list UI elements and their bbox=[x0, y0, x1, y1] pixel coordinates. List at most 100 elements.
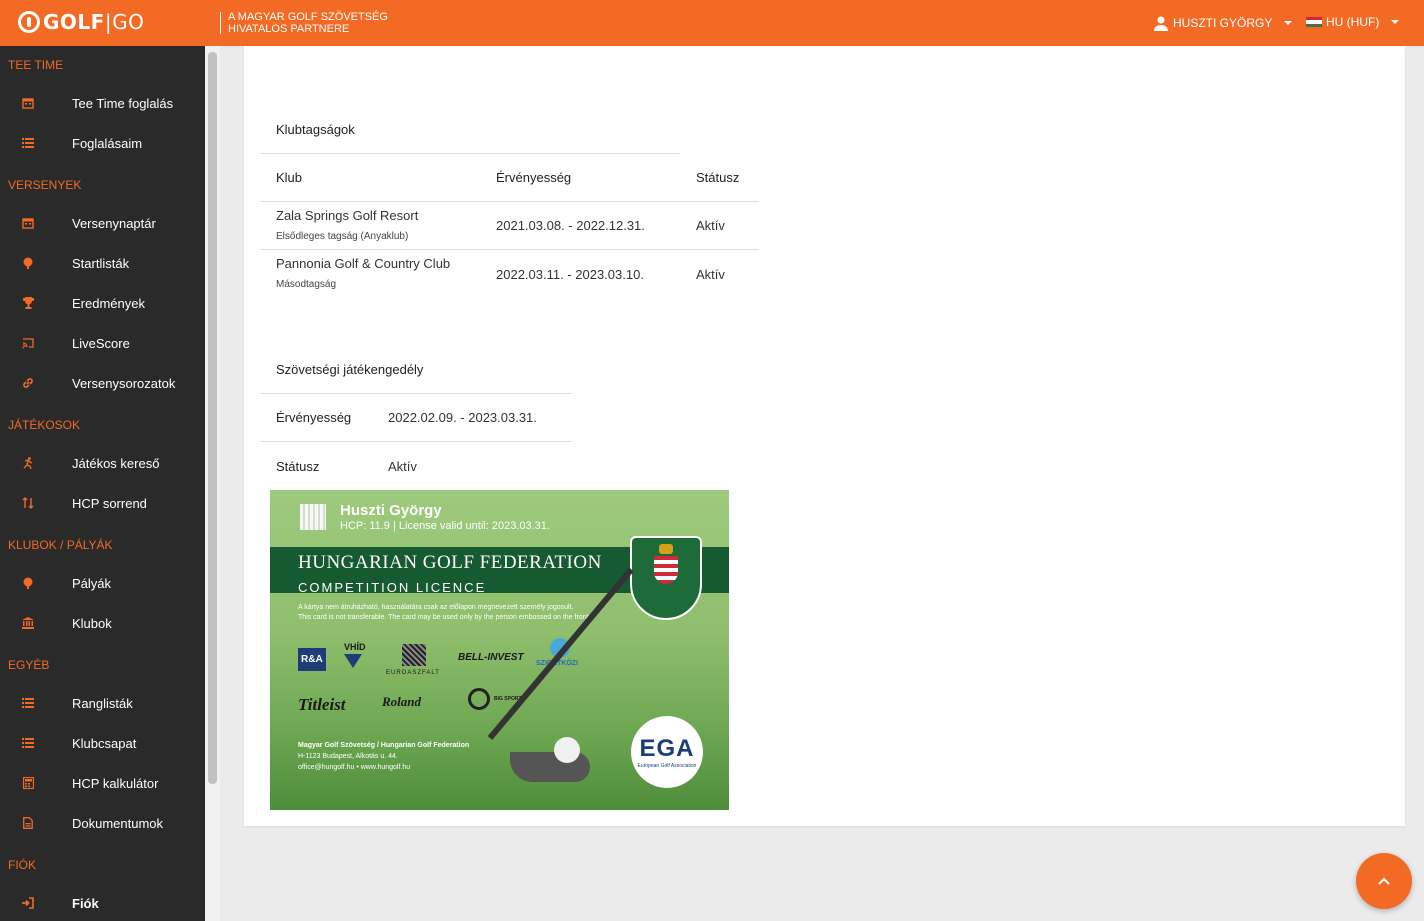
license-row-divider bbox=[260, 441, 572, 442]
partner-text: A MAGYAR GOLF SZÖVETSÉG HIVATALOS PARTNE… bbox=[228, 11, 388, 35]
license-card-federation: HUNGARIAN GOLF FEDERATION bbox=[298, 552, 602, 573]
sponsor-euroaszfalt-mark bbox=[402, 644, 426, 666]
sponsor-euroaszfalt-logo: EUROASZFALT bbox=[386, 670, 440, 676]
sidebar-item-label: LiveScore bbox=[72, 335, 130, 351]
club-name: Zala Springs Golf Resort bbox=[276, 208, 419, 223]
license-status-value: Aktív bbox=[388, 459, 417, 474]
license-validity-value: 2022.02.09. - 2023.03.31. bbox=[388, 410, 537, 425]
license-card-hcp: HCP: 11.9 | License valid until: 2023.03… bbox=[340, 520, 550, 532]
sponsor-bigsport-mark bbox=[468, 688, 490, 710]
chevron-up-icon bbox=[1378, 877, 1390, 885]
calendar-icon bbox=[21, 216, 35, 230]
sidebar-scrollbar-thumb[interactable] bbox=[208, 52, 217, 784]
col-header-validity: Érvényesség bbox=[496, 170, 572, 185]
cast-icon bbox=[21, 336, 35, 350]
sidebar-item-livescore[interactable]: LiveScore bbox=[0, 325, 205, 361]
memberships-title-divider bbox=[260, 153, 680, 154]
golfigo-logo[interactable]: GOLF|GO bbox=[18, 10, 144, 34]
license-title: Szövetségi játékengedély bbox=[276, 362, 424, 377]
sidebar-item-label: HCP kalkulátor bbox=[72, 775, 159, 791]
membership-status: Aktív bbox=[696, 267, 725, 282]
sidebar-item-club-team[interactable]: Klubcsapat bbox=[0, 725, 205, 761]
user-name: HUSZTI GYÖRGY bbox=[1173, 16, 1273, 30]
sidebar-item-hcp-calculator[interactable]: HCP kalkulátor bbox=[0, 765, 205, 801]
language-label: HU (HUF) bbox=[1326, 15, 1380, 29]
sidebar-item-label: Versenynaptár bbox=[72, 215, 156, 231]
sidebar-item-competition-series[interactable]: Versenysorozatok bbox=[0, 365, 205, 401]
chevron-down-icon bbox=[1391, 20, 1400, 24]
calculator-icon bbox=[21, 776, 35, 790]
header-divider bbox=[220, 12, 221, 34]
sidebar-item-label: Klubok bbox=[72, 615, 112, 631]
sidebar-item-label: Foglalásaim bbox=[72, 135, 143, 151]
qr-code-icon bbox=[300, 504, 326, 530]
sidebar-item-label: Eredmények bbox=[72, 295, 145, 311]
license-card-competition: COMPETITION LICENCE bbox=[298, 580, 487, 595]
membership-status: Aktív bbox=[696, 218, 725, 233]
sidebar-item-documents[interactable]: Dokumentumok bbox=[0, 805, 205, 841]
language-selector[interactable]: HU (HUF) bbox=[1306, 15, 1400, 29]
membership-validity: 2021.03.08. - 2022.12.31. bbox=[496, 218, 645, 233]
calendar-icon bbox=[21, 96, 35, 110]
sidebar-item-tee-time-booking[interactable]: Tee Time foglalás bbox=[0, 85, 205, 121]
sign-in-icon bbox=[21, 896, 35, 910]
sponsor-titleist-logo: Titleist bbox=[298, 695, 346, 714]
sidebar-item-label: Játékos kereső bbox=[72, 455, 160, 471]
sidebar-item-hcp-order[interactable]: HCP sorrend bbox=[0, 485, 205, 521]
top-bar: GOLF|GO A MAGYAR GOLF SZÖVETSÉG HIVATALO… bbox=[0, 0, 1424, 46]
sidebar-item-start-lists[interactable]: Startlisták bbox=[0, 245, 205, 281]
running-icon bbox=[21, 456, 35, 470]
sponsor-logos: R&A VHÍD EUROASZFALT BELL-INVEST SZIGETK… bbox=[298, 638, 598, 720]
sponsor-bellinvest-logo: BELL-INVEST bbox=[458, 652, 524, 663]
sidebar-item-label: Tee Time foglalás bbox=[72, 95, 174, 111]
sidebar-item-label: Klubcsapat bbox=[72, 735, 137, 751]
sponsor-roland-logo: Roland bbox=[382, 694, 422, 709]
header-divider-line bbox=[260, 201, 759, 202]
sidebar-item-results[interactable]: Eredmények bbox=[0, 285, 205, 321]
sidebar-item-label: Fiók bbox=[72, 895, 99, 911]
golf-ball-logo-icon bbox=[18, 11, 40, 33]
link-icon bbox=[21, 376, 35, 390]
license-card-image: Huszti György HCP: 11.9 | License valid … bbox=[270, 490, 729, 810]
row-divider bbox=[260, 249, 759, 250]
list-ordered-icon bbox=[21, 696, 35, 710]
license-card-name: Huszti György bbox=[340, 502, 442, 519]
sidebar-item-my-bookings[interactable]: Foglalásaim bbox=[0, 125, 205, 161]
sidebar-item-label: Pályák bbox=[72, 575, 112, 591]
trophy-icon bbox=[21, 296, 35, 310]
sidebar-item-player-search[interactable]: Játékos kereső bbox=[0, 445, 205, 481]
hungary-flag-icon bbox=[1306, 17, 1322, 27]
list-icon bbox=[21, 136, 35, 150]
sidebar-item-account[interactable]: Fiók bbox=[0, 885, 205, 921]
license-validity-label: Érvényesség bbox=[276, 410, 352, 425]
license-status-label: Státusz bbox=[276, 459, 320, 474]
membership-type: Elsődleges tagság (Anyaklub) bbox=[276, 231, 409, 242]
sponsor-vhid-mark bbox=[344, 654, 362, 668]
chevron-down-icon bbox=[1284, 21, 1293, 25]
golf-ball-icon bbox=[21, 256, 35, 270]
user-icon bbox=[1154, 16, 1168, 31]
sidebar-item-clubs[interactable]: Klubok bbox=[0, 605, 205, 641]
memberships-title: Klubtagságok bbox=[276, 122, 355, 137]
sidebar-item-courses[interactable]: Pályák bbox=[0, 565, 205, 601]
sidebar-item-label: Dokumentumok bbox=[72, 815, 164, 831]
license-card-footer: Magyar Golf Szövetség / Hungarian Golf F… bbox=[298, 742, 470, 771]
section-account: FIÓK bbox=[8, 858, 37, 872]
ega-logo: EGA European Golf Association bbox=[631, 716, 703, 788]
sidebar-item-label: HCP sorrend bbox=[72, 495, 147, 511]
sidebar-item-label: Startlisták bbox=[72, 255, 130, 271]
sidebar-item-rankings[interactable]: Ranglisták bbox=[0, 685, 205, 721]
document-icon bbox=[21, 816, 35, 830]
golf-ball-icon bbox=[21, 576, 35, 590]
membership-type: Másodtagság bbox=[276, 279, 337, 290]
section-other: EGYÉB bbox=[8, 658, 50, 672]
section-versenyek: VERSENYEK bbox=[8, 178, 82, 192]
bank-icon bbox=[21, 616, 35, 630]
section-clubs-courses: KLUBOK / PÁLYÁK bbox=[8, 538, 113, 552]
club-name: Pannonia Golf & Country Club bbox=[276, 256, 451, 271]
sidebar-item-competition-calendar[interactable]: Versenynaptár bbox=[0, 205, 205, 241]
scroll-to-top-button[interactable] bbox=[1356, 853, 1412, 909]
logo-thin-text: GO bbox=[112, 10, 145, 34]
col-header-status: Státusz bbox=[696, 170, 740, 185]
user-menu[interactable]: HUSZTI GYÖRGY bbox=[1153, 15, 1293, 31]
